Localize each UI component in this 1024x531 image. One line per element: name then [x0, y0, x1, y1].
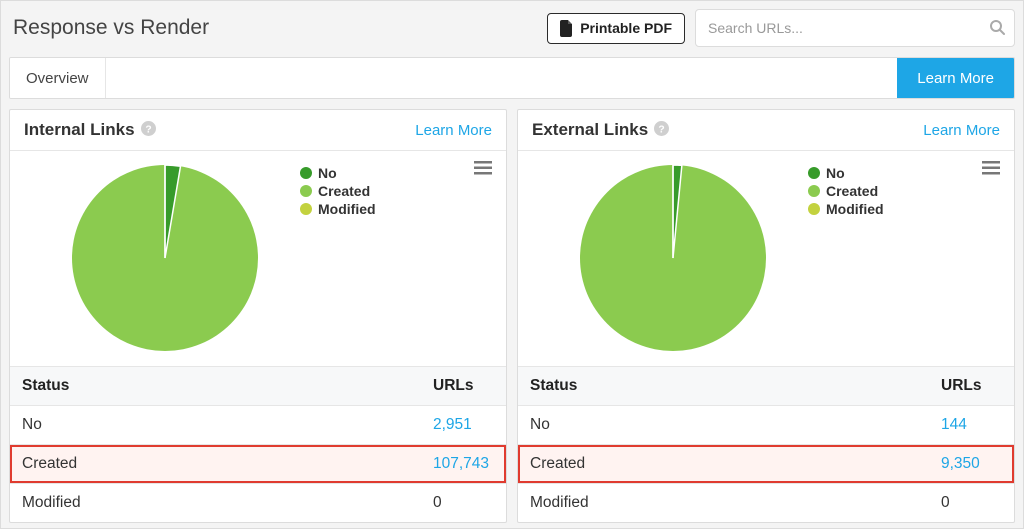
- col-status: Status: [518, 367, 929, 406]
- col-status: Status: [10, 367, 421, 406]
- panel-internal-links: Internal Links ? Learn More No Created M…: [9, 109, 507, 523]
- dot-icon: [300, 203, 312, 215]
- legend-label: Created: [826, 183, 878, 199]
- table-header-row: Status URLs: [10, 367, 506, 406]
- pie-chart: [578, 161, 778, 365]
- chart-area: No Created Modified: [518, 151, 1014, 366]
- dot-icon: [808, 185, 820, 197]
- printable-pdf-button[interactable]: Printable PDF: [547, 13, 685, 44]
- cell-urls[interactable]: 9,350: [929, 445, 1014, 484]
- pie-chart: [70, 161, 270, 365]
- panel-header: External Links ? Learn More: [518, 110, 1014, 151]
- dot-icon: [300, 185, 312, 197]
- legend-label: Modified: [826, 201, 884, 217]
- svg-text:?: ?: [145, 124, 151, 135]
- cell-status: Modified: [10, 484, 421, 523]
- status-table: Status URLs No2,951Created107,743Modifie…: [10, 366, 506, 522]
- dot-icon: [300, 167, 312, 179]
- panel-title: Internal Links: [24, 120, 135, 140]
- help-icon[interactable]: ?: [141, 121, 156, 140]
- legend-label: Created: [318, 183, 370, 199]
- spacer: [106, 58, 898, 98]
- col-urls: URLs: [421, 367, 506, 406]
- table-row: No144: [518, 406, 1014, 445]
- dot-icon: [808, 203, 820, 215]
- table-row: Modified0: [518, 484, 1014, 523]
- panel-learn-more-link[interactable]: Learn More: [415, 122, 492, 139]
- panel-external-links: External Links ? Learn More No Created M…: [517, 109, 1015, 523]
- legend-label: No: [826, 165, 845, 181]
- table-row: Created9,350: [518, 445, 1014, 484]
- chart-area: No Created Modified: [10, 151, 506, 366]
- cell-status: Created: [518, 445, 929, 484]
- panel-header: Internal Links ? Learn More: [10, 110, 506, 151]
- legend-item-modified: Modified: [300, 201, 376, 217]
- table-row: Created107,743: [10, 445, 506, 484]
- cell-urls: 0: [421, 484, 506, 523]
- top-bar: Response vs Render Printable PDF: [1, 1, 1023, 57]
- cell-status: Modified: [518, 484, 929, 523]
- search-wrap: [695, 9, 1015, 47]
- legend-label: Modified: [318, 201, 376, 217]
- table-row: Modified0: [10, 484, 506, 523]
- cell-status: No: [518, 406, 929, 445]
- table-row: No2,951: [10, 406, 506, 445]
- file-icon: [560, 20, 574, 37]
- panels-row: Internal Links ? Learn More No Created M…: [1, 99, 1023, 531]
- legend-item-modified: Modified: [808, 201, 884, 217]
- learn-more-button[interactable]: Learn More: [897, 58, 1014, 98]
- panel-learn-more-link[interactable]: Learn More: [923, 122, 1000, 139]
- svg-text:?: ?: [659, 124, 665, 135]
- panel-title: External Links: [532, 120, 648, 140]
- legend-item-no: No: [300, 165, 376, 181]
- col-urls: URLs: [929, 367, 1014, 406]
- cell-urls[interactable]: 144: [929, 406, 1014, 445]
- legend-item-no: No: [808, 165, 884, 181]
- page-title: Response vs Render: [13, 16, 209, 40]
- dot-icon: [808, 167, 820, 179]
- search-input[interactable]: [695, 9, 1015, 47]
- search-icon: [989, 19, 1005, 39]
- tab-overview[interactable]: Overview: [10, 58, 106, 98]
- help-icon[interactable]: ?: [654, 121, 669, 140]
- chart-menu-icon[interactable]: [474, 161, 492, 179]
- chart-menu-icon[interactable]: [982, 161, 1000, 179]
- cell-status: Created: [10, 445, 421, 484]
- cell-urls[interactable]: 107,743: [421, 445, 506, 484]
- chart-legend: No Created Modified: [300, 165, 376, 219]
- legend-label: No: [318, 165, 337, 181]
- status-table: Status URLs No144Created9,350Modified0: [518, 366, 1014, 522]
- cell-status: No: [10, 406, 421, 445]
- table-header-row: Status URLs: [518, 367, 1014, 406]
- legend-item-created: Created: [808, 183, 884, 199]
- cell-urls[interactable]: 2,951: [421, 406, 506, 445]
- legend-item-created: Created: [300, 183, 376, 199]
- chart-legend: No Created Modified: [808, 165, 884, 219]
- cell-urls: 0: [929, 484, 1014, 523]
- printable-pdf-label: Printable PDF: [580, 20, 672, 36]
- tab-bar: Overview Learn More: [9, 57, 1015, 99]
- app-frame: Response vs Render Printable PDF Overvie…: [0, 0, 1024, 529]
